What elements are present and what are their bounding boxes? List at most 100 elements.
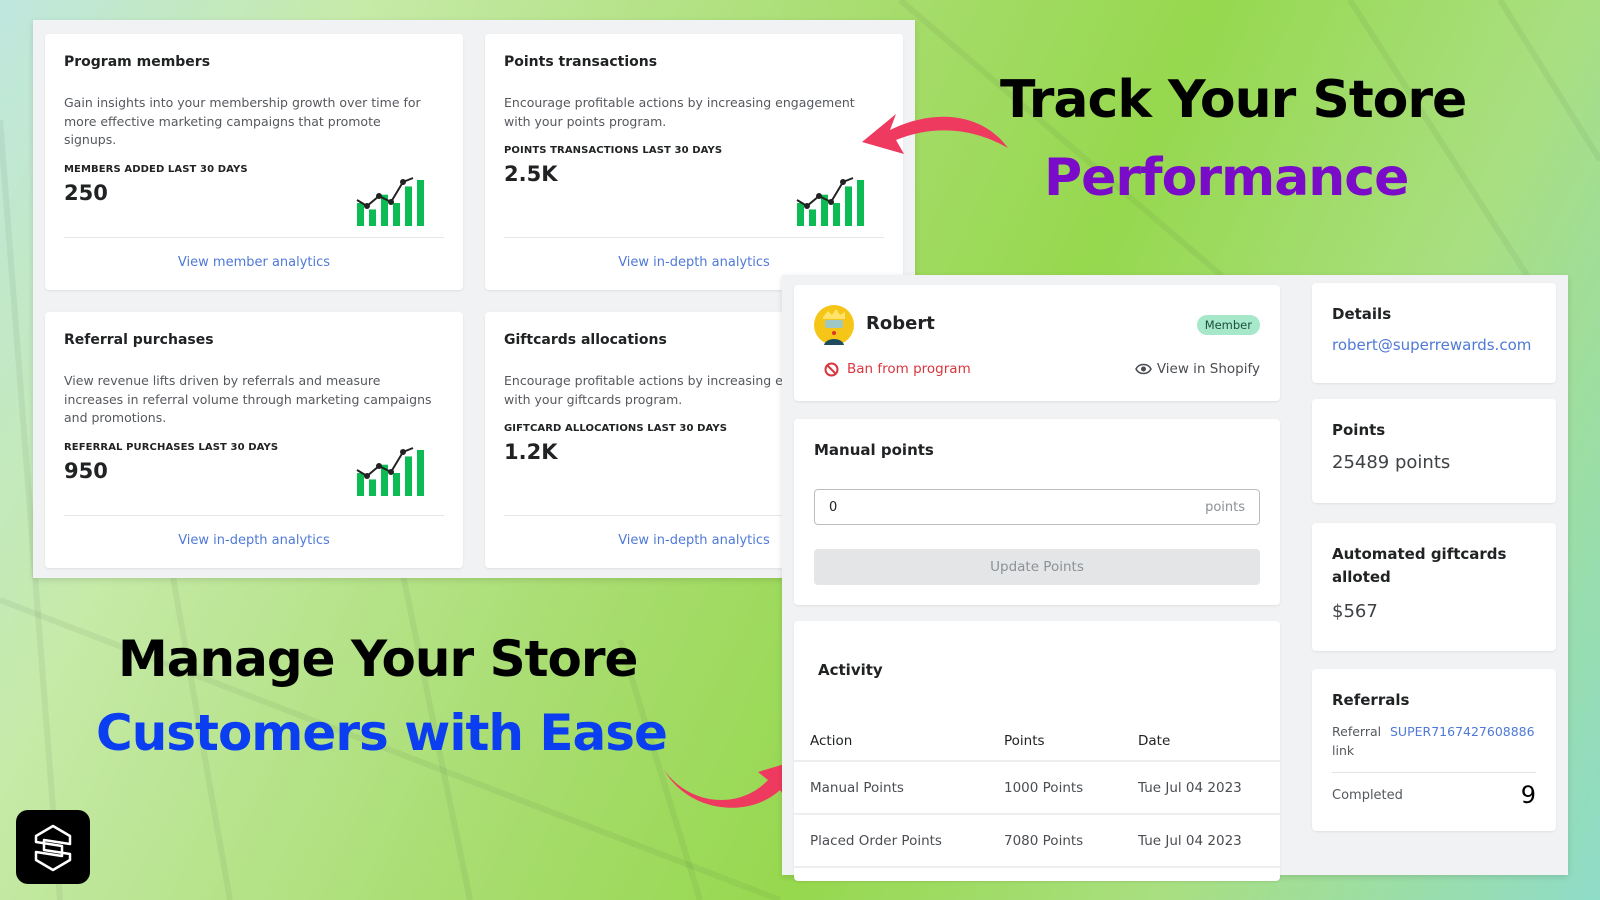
view-in-shopify-link[interactable]: View in Shopify [1135, 361, 1260, 377]
eye-icon [1135, 363, 1152, 375]
icon-bar [833, 203, 840, 226]
icon-bar [417, 180, 424, 226]
icon-bar [405, 456, 412, 496]
metric-label: POINTS TRANSACTIONS LAST 30 DAYS [504, 145, 723, 156]
points-title: Points [1332, 421, 1386, 439]
icon-bar [809, 209, 816, 226]
referrals-card: Referrals Referral link SUPER71674276088… [1312, 669, 1556, 831]
completed-value: 9 [1520, 781, 1536, 809]
ban-icon [824, 362, 839, 376]
divider [1332, 772, 1536, 773]
manual-points-card: Manual points 0 points Update Points [794, 419, 1280, 605]
headline-manage: Manage Your Store [118, 630, 638, 688]
member-badge: Member [1196, 315, 1260, 335]
icon-trend-point [828, 199, 834, 205]
card-description: Gain insights into your membership growt… [64, 95, 421, 147]
customer-panel: Robert Member Ban from program View in S… [782, 275, 1568, 881]
card-description: View revenue lifts driven by referrals a… [64, 373, 432, 425]
card-description: Encourage profitable actions by increasi… [504, 95, 855, 129]
hexagon-s-logo-icon [34, 824, 72, 872]
icon-trend-point [400, 449, 406, 455]
completed-row: Completed 9 [1332, 781, 1536, 809]
column-header-action: Action [794, 721, 988, 762]
view-in-depth-analytics-link[interactable]: View in-depth analytics [485, 255, 903, 270]
manual-points-title: Manual points [814, 441, 934, 459]
customer-profile-card: Robert Member Ban from program View in S… [794, 285, 1280, 401]
view-in-depth-analytics-link[interactable]: View in-depth analytics [45, 533, 463, 548]
cell-date: Tue Jul 04 2023 [1122, 814, 1280, 868]
icon-trend-point [388, 469, 394, 475]
divider [64, 237, 444, 238]
cell-action: Manual Points [794, 761, 988, 815]
icon-bar [857, 180, 864, 226]
icon-bar [357, 473, 364, 496]
arrow-icon [862, 114, 1008, 154]
customer-email-link[interactable]: robert@superrewards.com [1332, 336, 1536, 354]
table-row: Placed Order Points 7080 Points Tue Jul … [794, 814, 1280, 868]
brand-logo [16, 810, 90, 884]
points-value: 25489 points [1332, 452, 1451, 473]
arrow-icon [664, 760, 798, 808]
details-card: Details robert@superrewards.com [1312, 283, 1556, 383]
shopify-label: View in Shopify [1156, 361, 1260, 377]
divider [64, 515, 444, 516]
giftcards-card: Automated giftcards alloted $567 [1312, 523, 1556, 651]
ban-label: Ban from program [847, 361, 971, 377]
points-card: Points 25489 points [1312, 399, 1556, 503]
points-input-value: 0 [829, 499, 838, 515]
column-header-date: Date [1122, 721, 1280, 762]
icon-trend-point [840, 179, 846, 185]
headline-track: Track Your Store [1000, 70, 1467, 130]
referral-link-label: Referral link [1332, 724, 1382, 758]
points-input-suffix: points [1205, 499, 1245, 515]
icon-trend-point [388, 199, 394, 205]
referrals-title: Referrals [1332, 691, 1410, 709]
icon-bar [369, 479, 376, 496]
icon-bar [357, 203, 364, 226]
analytics-card-referrals: Referral purchases View revenue lifts dr… [45, 312, 463, 568]
ban-from-program-button[interactable]: Ban from program [824, 361, 971, 377]
card-title: Program members [64, 54, 211, 70]
view-member-analytics-link[interactable]: View member analytics [45, 255, 463, 270]
cell-date: Tue Jul 04 2023 [1122, 761, 1280, 815]
table-row: Manual Points 1000 Points Tue Jul 04 202… [794, 761, 1280, 815]
icon-bar [369, 209, 376, 226]
analytics-card-members: Program members Gain insights into your … [45, 34, 463, 290]
giftcards-value: $567 [1332, 601, 1378, 622]
growth-bar-chart-icon [796, 177, 864, 226]
analytics-card-points: Points transactions Encourage profitable… [485, 34, 903, 290]
column-header-points: Points [988, 721, 1122, 762]
table-header-row: Action Points Date [794, 721, 1280, 762]
icon-trend-point [364, 203, 370, 209]
growth-bar-chart-icon [356, 447, 424, 496]
details-title: Details [1332, 305, 1392, 323]
divider [504, 237, 884, 238]
icon-bar [797, 203, 804, 226]
customer-name: Robert [866, 313, 935, 334]
headline-performance: Performance [1044, 148, 1409, 208]
growth-bar-chart-icon [356, 177, 424, 226]
avatar [814, 305, 854, 345]
headline-customers: Customers with Ease [96, 704, 668, 762]
referral-link-row: Referral link SUPER7167427608886 [1332, 722, 1536, 760]
referral-code-link[interactable]: SUPER7167427608886 [1390, 722, 1535, 760]
icon-bar [393, 473, 400, 496]
icon-bar [405, 186, 412, 226]
icon-bar [393, 203, 400, 226]
icon-trend-point [400, 179, 406, 185]
cell-action: Placed Order Points [794, 814, 988, 868]
activity-card: Activity Action Points Date Manual Point… [794, 621, 1280, 881]
icon-trend-point [804, 203, 810, 209]
icon-bar [417, 450, 424, 496]
manual-points-input[interactable]: 0 points [814, 489, 1260, 525]
icon-trend-point [376, 193, 382, 199]
activity-table: Action Points Date Manual Points 1000 Po… [794, 721, 1280, 868]
card-title: Points transactions [504, 54, 658, 70]
update-points-button[interactable]: Update Points [814, 549, 1260, 585]
icon-trend-point [816, 193, 822, 199]
activity-title: Activity [818, 661, 883, 679]
icon-trend-point [376, 463, 382, 469]
giftcards-title: Automated giftcards alloted [1332, 545, 1507, 586]
icon-trend-point [364, 473, 370, 479]
card-title: Referral purchases [64, 332, 214, 348]
